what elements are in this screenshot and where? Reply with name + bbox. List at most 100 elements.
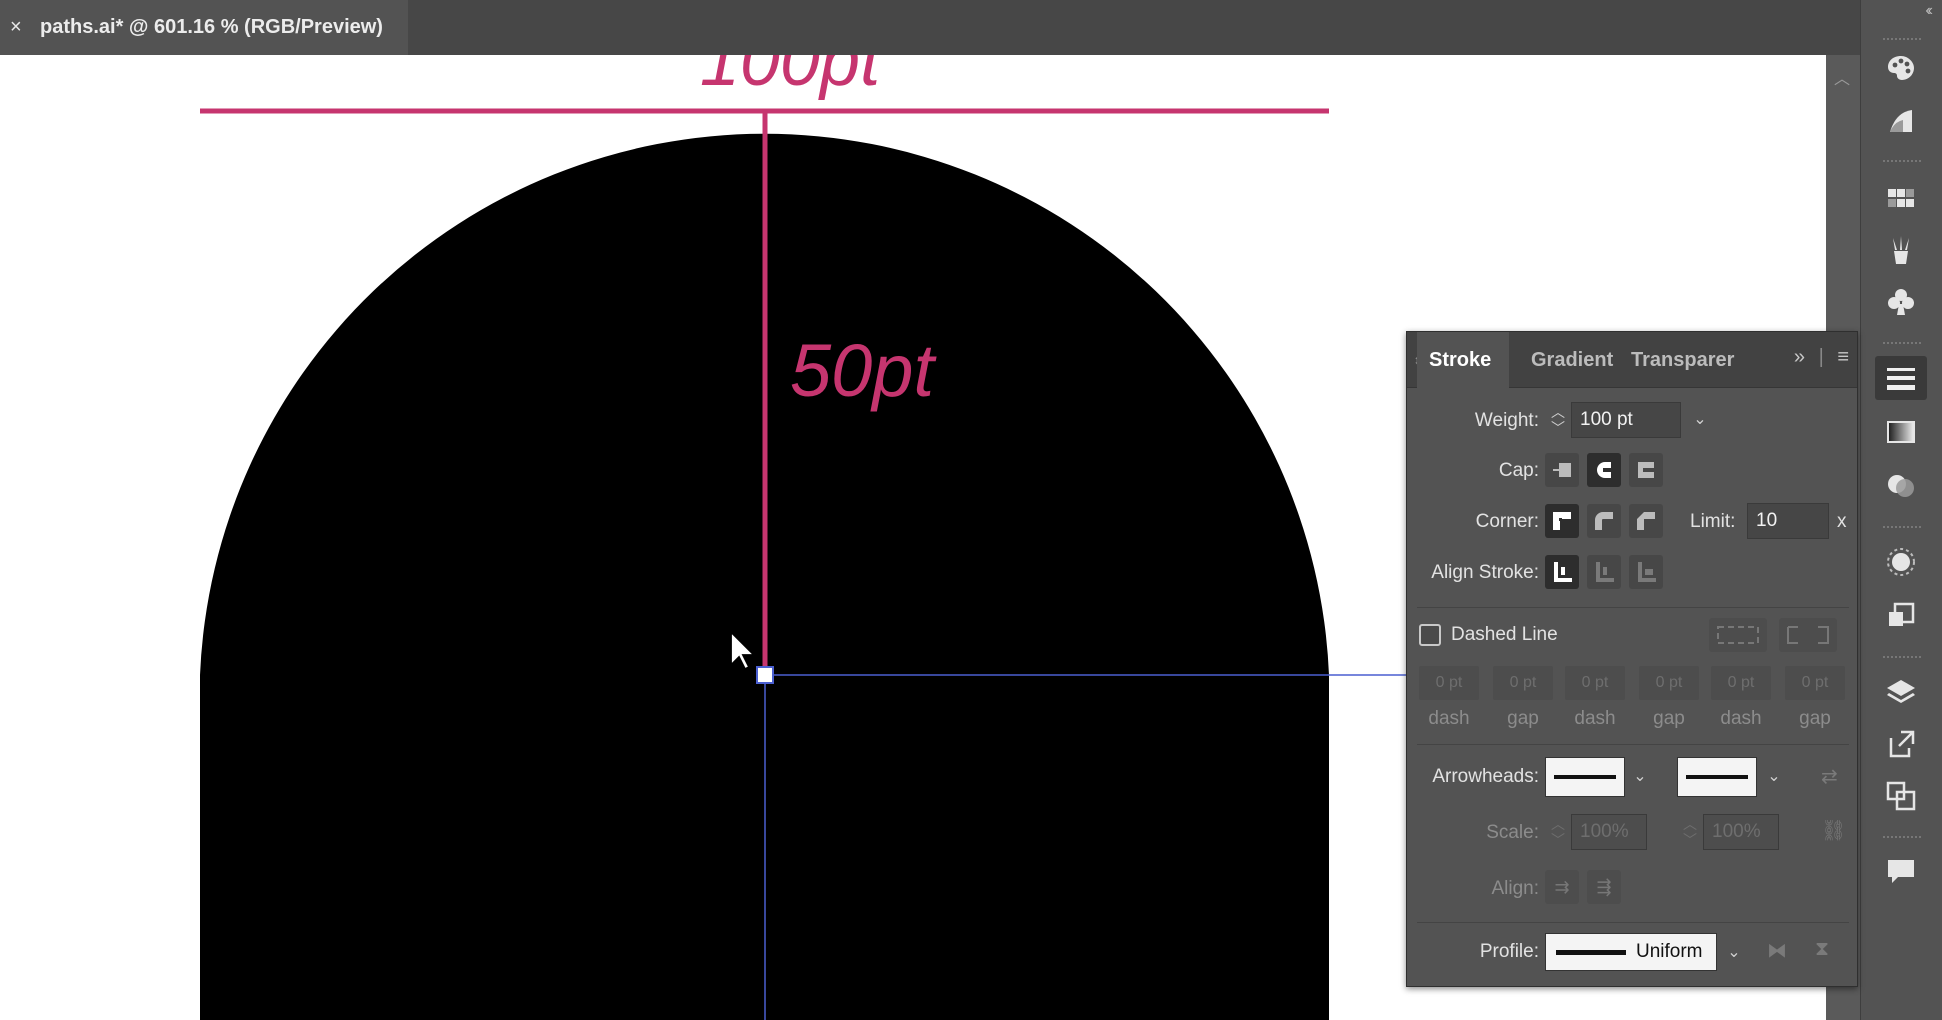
color-guide-icon[interactable]	[1875, 98, 1927, 142]
stroke-panel: ⇕ Stroke Gradient Transparer » | ≡ Weigh…	[1406, 331, 1858, 987]
arrowhead-none-line	[1554, 775, 1616, 779]
arrowheads-label: Arrowheads:	[1432, 766, 1539, 787]
butt-cap-button[interactable]	[1545, 453, 1579, 487]
gradient-icon[interactable]	[1875, 410, 1927, 454]
uniform-profile-line	[1556, 949, 1626, 955]
profile-value: Uniform	[1636, 941, 1703, 962]
align-stroke-outside-button[interactable]	[1629, 555, 1663, 589]
anchor-point	[756, 666, 774, 684]
divider	[1417, 607, 1849, 608]
round-join-button[interactable]	[1587, 504, 1621, 538]
dashed-line-label: Dashed Line	[1451, 624, 1558, 645]
limit-input[interactable]: 10	[1747, 503, 1829, 539]
expand-panels-icon[interactable]: »	[1794, 346, 1805, 368]
close-tab-icon[interactable]: ×	[10, 16, 30, 39]
dash-2-input[interactable]: 0 pt	[1565, 666, 1625, 700]
round-cap-button[interactable]	[1587, 453, 1621, 487]
dock-grip[interactable]	[1883, 656, 1921, 661]
align-stroke-inside-button[interactable]	[1587, 555, 1621, 589]
collapse-dock-icon[interactable]: ‹‹	[1925, 2, 1932, 20]
tab-transparency[interactable]: Transparer	[1631, 332, 1734, 388]
color-palette-icon[interactable]	[1875, 46, 1927, 90]
bevel-join-button[interactable]	[1629, 504, 1663, 538]
flip-across-icon[interactable]: ⧗	[1815, 938, 1829, 961]
dashed-line-checkbox[interactable]	[1419, 624, 1441, 646]
dock-grip[interactable]	[1883, 836, 1921, 841]
divider	[1417, 744, 1849, 745]
dash-3-label: dash	[1720, 708, 1762, 729]
layers-icon[interactable]	[1875, 670, 1927, 714]
start-arrowhead-select[interactable]	[1545, 757, 1625, 797]
panel-dock: ‹‹	[1860, 0, 1942, 1020]
weight-stepper[interactable]: ︿ ﹀	[1545, 402, 1571, 438]
radius-measure-label: 50pt	[790, 329, 937, 412]
arrow-tip-beyond-end-button[interactable]: ⇉	[1545, 870, 1579, 904]
transparency-icon[interactable]	[1875, 464, 1927, 508]
dash-1-label: dash	[1428, 708, 1470, 729]
artboards-icon[interactable]	[1875, 774, 1927, 818]
document-tab[interactable]: × paths.ai* @ 601.16 % (RGB/Preview)	[0, 0, 408, 55]
hamburger-menu-icon[interactable]: ≡	[1837, 346, 1849, 368]
appearance-icon[interactable]	[1875, 540, 1927, 584]
dash-1-input[interactable]: 0 pt	[1419, 666, 1479, 700]
end-scale-input[interactable]: 100%	[1703, 814, 1779, 850]
document-title: paths.ai* @ 601.16 % (RGB/Preview)	[40, 16, 383, 38]
miter-join-button[interactable]	[1545, 504, 1579, 538]
gap-1-input[interactable]: 0 pt	[1493, 666, 1553, 700]
end-arrowhead-select[interactable]	[1677, 757, 1757, 797]
export-icon[interactable]	[1875, 722, 1927, 766]
align-dash-corners-button[interactable]	[1779, 618, 1837, 652]
link-scale-icon[interactable]: ⛓	[1821, 818, 1846, 843]
tab-gradient[interactable]: Gradient	[1531, 332, 1613, 388]
limit-label: Limit:	[1690, 511, 1736, 532]
start-scale-input[interactable]: 100%	[1571, 814, 1647, 850]
profile-dropdown-icon[interactable]: ⌄	[1723, 935, 1745, 971]
dock-grip[interactable]	[1883, 342, 1921, 347]
scroll-up-icon[interactable]: ︿	[1834, 65, 1850, 89]
flip-along-icon[interactable]: ⧓	[1767, 938, 1787, 963]
swap-arrowheads-icon[interactable]: ⇄	[1821, 764, 1838, 789]
gap-3-input[interactable]: 0 pt	[1785, 666, 1845, 700]
comments-icon[interactable]	[1875, 850, 1927, 894]
end-scale-stepper[interactable]: ︿ ﹀	[1677, 814, 1703, 850]
stroke-icon[interactable]	[1875, 356, 1927, 400]
document-tab-bar: × paths.ai* @ 601.16 % (RGB/Preview)	[0, 0, 1860, 55]
gap-3-label: gap	[1799, 708, 1831, 729]
panel-header-controls: » | ≡	[1794, 346, 1849, 369]
scale-label: Scale:	[1486, 822, 1539, 843]
panel-tab-bar: ⇕ Stroke Gradient Transparer » | ≡	[1407, 332, 1857, 388]
variable-width-profile-select[interactable]: Uniform	[1545, 933, 1717, 971]
brushes-icon[interactable]	[1875, 228, 1927, 272]
start-arrowhead-dropdown-icon[interactable]: ⌄	[1629, 759, 1651, 795]
symbols-icon[interactable]	[1875, 280, 1927, 324]
header-divider: |	[1818, 346, 1824, 368]
app-window: × paths.ai* @ 601.16 % (RGB/Preview) 100…	[0, 0, 1942, 1020]
dock-grip[interactable]	[1883, 38, 1921, 43]
preserve-dash-button[interactable]	[1709, 618, 1767, 652]
gap-2-label: gap	[1653, 708, 1685, 729]
end-arrowhead-dropdown-icon[interactable]: ⌄	[1763, 759, 1785, 795]
projecting-cap-button[interactable]	[1629, 453, 1663, 487]
gap-1-label: gap	[1507, 708, 1539, 729]
gap-2-input[interactable]: 0 pt	[1639, 666, 1699, 700]
graphic-styles-icon[interactable]	[1875, 594, 1927, 638]
dock-grip[interactable]	[1883, 526, 1921, 531]
cap-label: Cap:	[1498, 460, 1539, 481]
align-stroke-center-button[interactable]	[1545, 555, 1579, 589]
weight-dropdown-icon[interactable]: ⌄	[1689, 402, 1711, 438]
arrowhead-none-line	[1686, 775, 1748, 779]
swatches-icon[interactable]	[1875, 176, 1927, 220]
arrow-align-label: Align:	[1491, 878, 1539, 899]
start-scale-stepper[interactable]: ︿ ﹀	[1545, 814, 1571, 850]
align-stroke-label: Align Stroke:	[1431, 562, 1539, 583]
dock-grip[interactable]	[1883, 160, 1921, 165]
top-measure-label: 100pt	[700, 55, 883, 101]
weight-input[interactable]: 100 pt	[1571, 402, 1681, 438]
arrow-align-beyond-icon: ⇉	[1554, 876, 1570, 897]
corner-label: Corner:	[1475, 511, 1539, 532]
dash-3-input[interactable]: 0 pt	[1711, 666, 1771, 700]
divider	[1417, 922, 1849, 923]
arrow-tip-at-end-button[interactable]: ⇶	[1587, 870, 1621, 904]
limit-suffix: x	[1837, 511, 1847, 532]
tab-stroke[interactable]: Stroke	[1417, 332, 1510, 388]
